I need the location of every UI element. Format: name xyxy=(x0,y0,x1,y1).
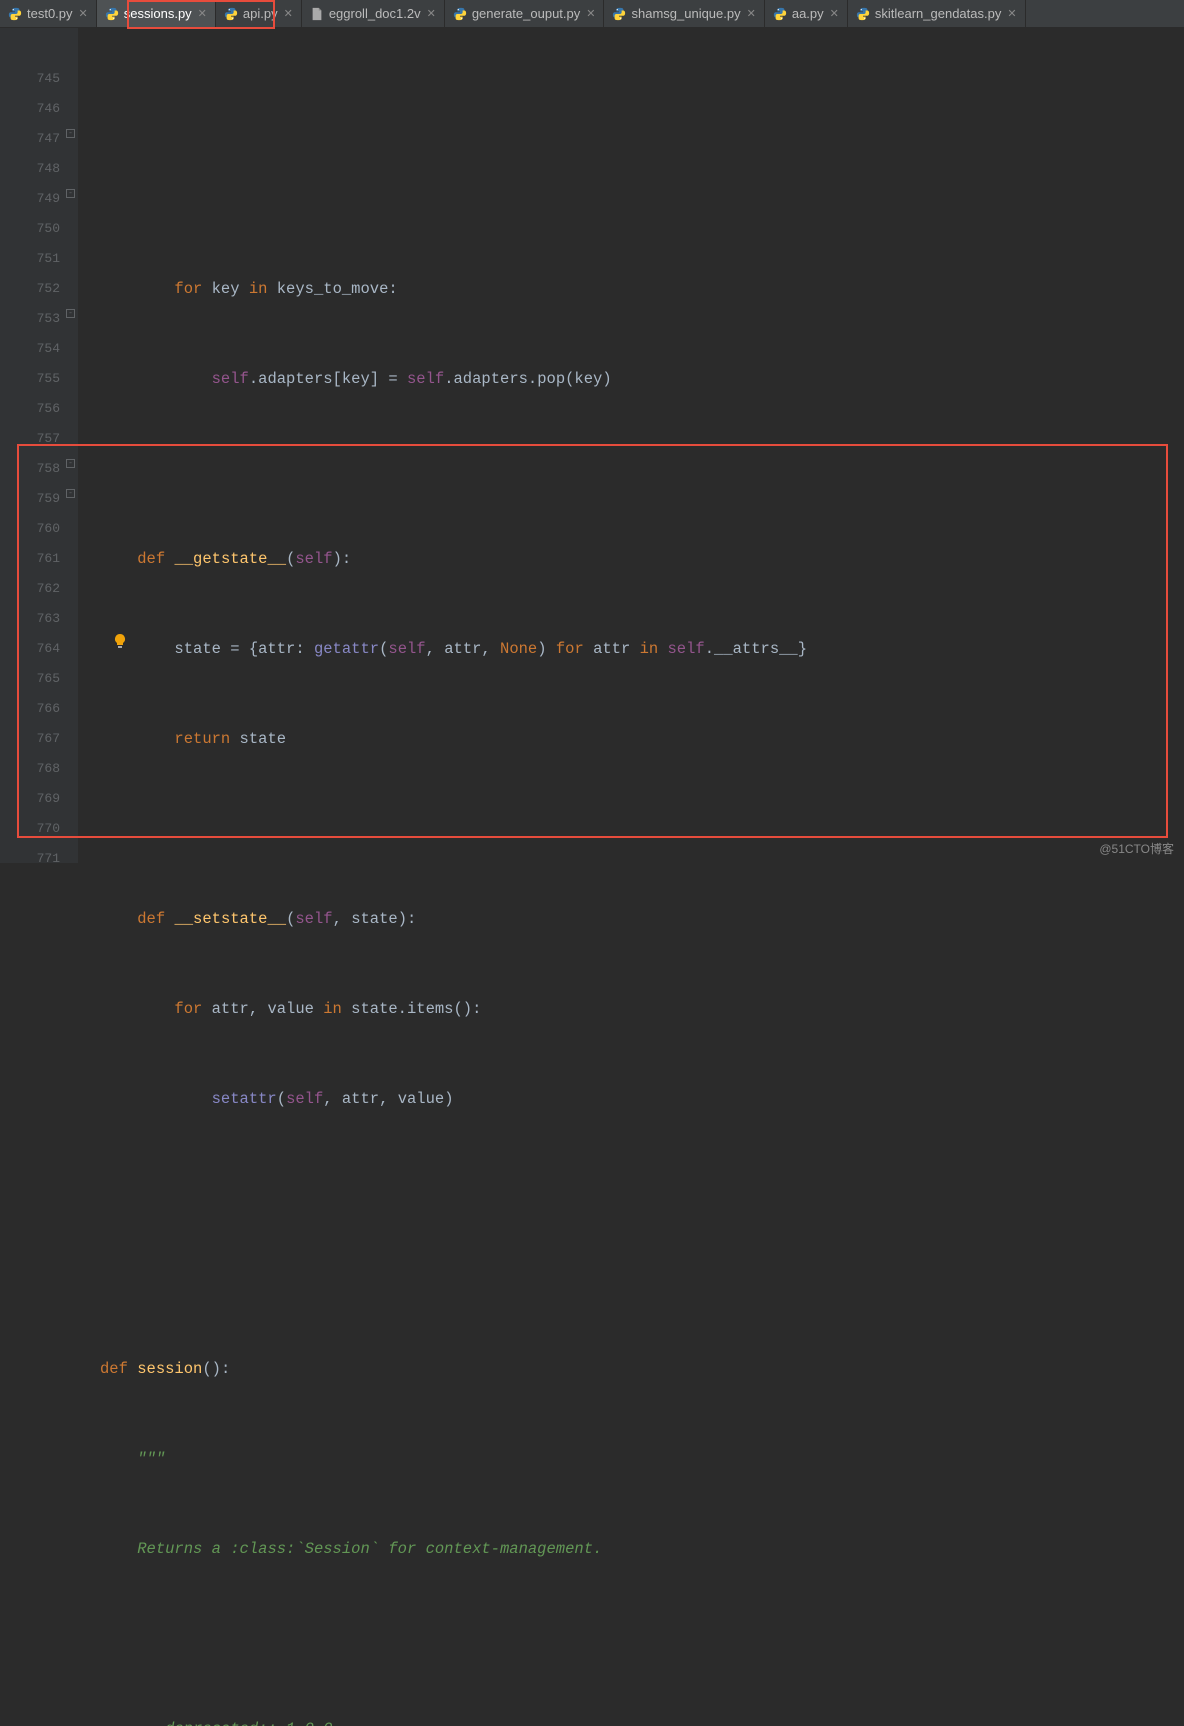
tab-label: generate_ouput.py xyxy=(472,6,580,21)
line-number: 752 xyxy=(0,274,60,304)
code-line: def session(): xyxy=(100,1354,1184,1384)
python-file-icon xyxy=(773,7,787,21)
code-line: Returns a :class:`Session` for context-m… xyxy=(100,1534,1184,1564)
python-file-icon xyxy=(856,7,870,21)
close-icon[interactable]: ✕ xyxy=(1007,7,1016,20)
tab-label: eggroll_doc1.2v xyxy=(329,6,421,21)
tab-api-py[interactable]: api.py ✕ xyxy=(216,0,302,27)
editor-area: 7457467477487497507517527537547557567577… xyxy=(0,28,1184,863)
line-number: 770 xyxy=(0,814,60,844)
line-number: 762 xyxy=(0,574,60,604)
tab-label: test0.py xyxy=(27,6,73,21)
tab-generate_ouput-py[interactable]: generate_ouput.py ✕ xyxy=(445,0,605,27)
tab-sessions-py[interactable]: sessions.py ✕ xyxy=(97,0,216,27)
code-line: .. deprecated:: 1.0.0 xyxy=(100,1714,1184,1726)
code-line xyxy=(100,1264,1184,1294)
line-number: 749 xyxy=(0,184,60,214)
code-line: state = {attr: getattr(self, attr, None)… xyxy=(100,634,1184,664)
fold-column: - - - - - xyxy=(64,28,78,863)
line-number: 766 xyxy=(0,694,60,724)
code-line: for attr, value in state.items(): xyxy=(100,994,1184,1024)
python-file-icon xyxy=(224,7,238,21)
line-number: 753 xyxy=(0,304,60,334)
lightbulb-icon[interactable] xyxy=(112,633,128,649)
line-number: 747 xyxy=(0,124,60,154)
code-line: for key in keys_to_move: xyxy=(100,274,1184,304)
watermark: @51CTO博客 xyxy=(1099,840,1174,857)
line-number: 755 xyxy=(0,364,60,394)
code-line xyxy=(100,184,1184,214)
gutter: 7457467477487497507517527537547557567577… xyxy=(0,28,78,863)
file-icon xyxy=(310,7,324,21)
close-icon[interactable]: ✕ xyxy=(830,7,839,20)
line-number xyxy=(0,34,60,64)
close-icon[interactable]: ✕ xyxy=(284,7,293,20)
tab-label: aa.py xyxy=(792,6,824,21)
line-number: 759 xyxy=(0,484,60,514)
code-line: def __getstate__(self): xyxy=(100,544,1184,574)
tab-label: sessions.py xyxy=(124,6,192,21)
line-number: 771 xyxy=(0,844,60,874)
line-number: 764 xyxy=(0,634,60,664)
tab-shamsg_unique-py[interactable]: shamsg_unique.py ✕ xyxy=(604,0,764,27)
code-line: """ xyxy=(100,1444,1184,1474)
line-number: 754 xyxy=(0,334,60,364)
code-line: return state xyxy=(100,724,1184,754)
tab-skitlearn_gendatas-py[interactable]: skitlearn_gendatas.py ✕ xyxy=(848,0,1026,27)
tab-label: api.py xyxy=(243,6,278,21)
line-number: 760 xyxy=(0,514,60,544)
python-file-icon xyxy=(8,7,22,21)
close-icon[interactable]: ✕ xyxy=(198,7,207,20)
line-number: 765 xyxy=(0,664,60,694)
code-line: setattr(self, attr, value) xyxy=(100,1084,1184,1114)
tab-aa-py[interactable]: aa.py ✕ xyxy=(765,0,848,27)
python-file-icon xyxy=(105,7,119,21)
line-number: 751 xyxy=(0,244,60,274)
python-file-icon xyxy=(453,7,467,21)
tab-bar: test0.py✕sessions.py✕api.py✕eggroll_doc1… xyxy=(0,0,1184,28)
line-number: 756 xyxy=(0,394,60,424)
line-number: 757 xyxy=(0,424,60,454)
close-icon[interactable]: ✕ xyxy=(427,7,436,20)
line-number: 758 xyxy=(0,454,60,484)
close-icon[interactable]: ✕ xyxy=(79,7,88,20)
line-number: 761 xyxy=(0,544,60,574)
line-number: 767 xyxy=(0,724,60,754)
fold-marker[interactable]: - xyxy=(66,129,75,138)
tab-label: skitlearn_gendatas.py xyxy=(875,6,1001,21)
fold-marker[interactable]: - xyxy=(66,309,75,318)
code-line: def __setstate__(self, state): xyxy=(100,904,1184,934)
fold-marker[interactable]: - xyxy=(66,189,75,198)
code-line xyxy=(100,814,1184,844)
line-number: 746 xyxy=(0,94,60,124)
line-number: 763 xyxy=(0,604,60,634)
tab-label: shamsg_unique.py xyxy=(631,6,740,21)
close-icon[interactable]: ✕ xyxy=(747,7,756,20)
code-line xyxy=(100,1174,1184,1204)
line-number: 750 xyxy=(0,214,60,244)
close-icon[interactable]: ✕ xyxy=(586,7,595,20)
python-file-icon xyxy=(612,7,626,21)
code-line xyxy=(100,454,1184,484)
line-number: 745 xyxy=(0,64,60,94)
line-number: 748 xyxy=(0,154,60,184)
code-line: self.adapters[key] = self.adapters.pop(k… xyxy=(100,364,1184,394)
line-number: 768 xyxy=(0,754,60,784)
code-area[interactable]: for key in keys_to_move: self.adapters[k… xyxy=(78,28,1184,863)
tab-eggroll_doc1-2v[interactable]: eggroll_doc1.2v ✕ xyxy=(302,0,445,27)
code-line xyxy=(100,94,1184,124)
fold-marker[interactable]: - xyxy=(66,489,75,498)
line-number: 769 xyxy=(0,784,60,814)
fold-marker[interactable]: - xyxy=(66,459,75,468)
tab-test0-py[interactable]: test0.py ✕ xyxy=(0,0,97,27)
code-line xyxy=(100,1624,1184,1654)
